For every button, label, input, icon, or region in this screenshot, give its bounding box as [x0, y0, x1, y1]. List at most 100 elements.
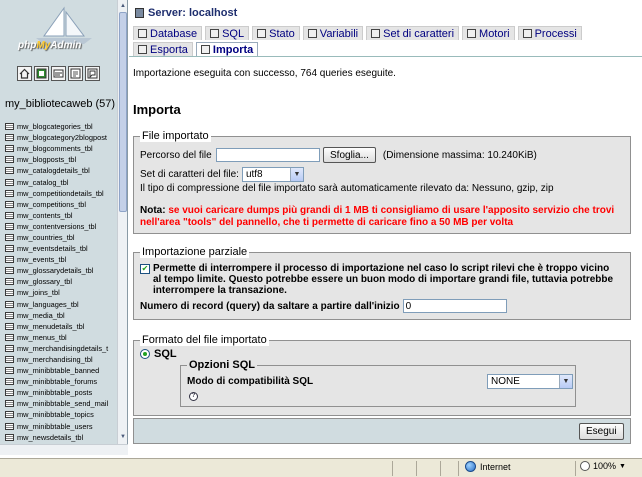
table-list-item[interactable]: mw_minibbtable_topics — [5, 409, 117, 420]
table-name[interactable]: mw_minibbtable_send_mail — [17, 399, 108, 408]
table-icon[interactable] — [5, 322, 14, 330]
tab-motori[interactable]: Motori — [462, 26, 515, 40]
scroll-down-icon[interactable]: ▼ — [119, 432, 127, 442]
table-name[interactable]: mw_eventsdetails_tbl — [17, 244, 88, 253]
table-list-item[interactable]: mw_menus_tbl — [5, 332, 117, 343]
execute-button[interactable]: Esegui — [579, 423, 624, 440]
table-list-item[interactable]: mw_catalogdetails_tbl — [5, 165, 117, 176]
table-icon[interactable] — [5, 211, 14, 219]
table-name[interactable]: mw_joins_tbl — [17, 288, 60, 297]
table-icon[interactable] — [5, 245, 14, 253]
table-icon[interactable] — [5, 123, 14, 131]
tab-variabili[interactable]: Variabili — [302, 26, 364, 40]
table-name[interactable]: mw_menus_tbl — [17, 333, 67, 342]
tab-sql[interactable]: SQL — [205, 26, 250, 40]
table-name[interactable]: mw_glossarydetails_tbl — [17, 266, 93, 275]
table-name[interactable]: mw_languages_tbl — [17, 300, 79, 309]
table-name[interactable]: mw_blogcategory2blogpost — [17, 133, 107, 142]
table-name[interactable]: mw_blogcategories_tbl — [17, 122, 93, 131]
table-name[interactable]: mw_media_tbl — [17, 311, 65, 320]
table-icon[interactable] — [5, 400, 14, 408]
table-icon[interactable] — [5, 333, 14, 341]
table-list-item[interactable]: mw_competitions_tbl — [5, 199, 117, 210]
skip-queries-input[interactable] — [402, 299, 507, 313]
table-icon[interactable] — [5, 411, 14, 419]
table-name[interactable]: mw_minibbtable_users — [17, 422, 93, 431]
table-list-item[interactable]: mw_contents_tbl — [5, 210, 117, 221]
table-list-item[interactable]: mw_competitiondetails_tbl — [5, 188, 117, 199]
table-list-item[interactable]: mw_joins_tbl — [5, 287, 117, 298]
table-icon[interactable] — [5, 233, 14, 241]
help-icon[interactable]: ? — [189, 392, 198, 401]
table-list-item[interactable]: mw_glossarydetails_tbl — [5, 265, 117, 276]
table-name[interactable]: mw_catalog_tbl — [17, 178, 68, 187]
table-icon[interactable] — [5, 178, 14, 186]
table-name[interactable]: mw_competitiondetails_tbl — [17, 189, 104, 198]
table-icon[interactable] — [5, 344, 14, 352]
zoom-control[interactable]: 100% ▼ — [580, 461, 626, 471]
table-icon[interactable] — [5, 145, 14, 153]
table-list-item[interactable]: mw_countries_tbl — [5, 232, 117, 243]
table-list-item[interactable]: mw_languages_tbl — [5, 299, 117, 310]
table-list-item[interactable]: mw_minibbtable_posts — [5, 387, 117, 398]
table-name[interactable]: mw_minibbtable_posts — [17, 388, 92, 397]
phpmyadmin-logo[interactable]: phpMyAdmin — [6, 6, 122, 60]
nav-horizontal-scrollbar[interactable] — [0, 444, 128, 455]
table-list-item[interactable]: mw_minibbtable_send_mail — [5, 398, 117, 409]
compat-mode-select[interactable]: NONE ▼ — [487, 374, 573, 389]
table-name[interactable]: mw_merchandisingdetails_t — [17, 344, 108, 353]
tab-stato[interactable]: Stato — [252, 26, 300, 40]
scroll-up-icon[interactable]: ▲ — [119, 1, 127, 11]
table-name[interactable]: mw_minibbtable_topics — [17, 410, 94, 419]
allow-interrupt-checkbox[interactable]: ✔ — [140, 264, 150, 274]
table-list-item[interactable]: mw_minibbtable_users — [5, 421, 117, 432]
table-icon[interactable] — [5, 300, 14, 308]
tab-importa[interactable]: Importa — [195, 42, 259, 56]
database-title[interactable]: my_bibliotecaweb (57) — [5, 98, 115, 110]
table-icon[interactable] — [5, 311, 14, 319]
table-name[interactable]: mw_events_tbl — [17, 255, 66, 264]
table-name[interactable]: mw_catalogdetails_tbl — [17, 166, 90, 175]
docs-icon[interactable] — [68, 66, 83, 81]
table-name[interactable]: mw_blogposts_tbl — [17, 155, 76, 164]
sql-query-icon[interactable] — [51, 66, 66, 81]
table-name[interactable]: mw_glossary_tbl — [17, 277, 72, 286]
table-icon[interactable] — [5, 222, 14, 230]
table-list-item[interactable]: mw_media_tbl — [5, 310, 117, 321]
table-icon[interactable] — [5, 389, 14, 397]
table-name[interactable]: mw_competitions_tbl — [17, 200, 86, 209]
table-list-item[interactable]: mw_glossary_tbl — [5, 276, 117, 287]
nav-vertical-scrollbar[interactable]: ▲ ▼ — [117, 0, 127, 454]
table-icon[interactable] — [5, 433, 14, 441]
table-icon[interactable] — [5, 156, 14, 164]
table-list-item[interactable]: mw_merchandisingdetails_t — [5, 343, 117, 354]
table-name[interactable]: mw_contentversions_tbl — [17, 222, 96, 231]
scrollbar-thumb[interactable] — [119, 12, 127, 212]
tab-esporta[interactable]: Esporta — [133, 42, 193, 56]
table-icon[interactable] — [5, 189, 14, 197]
file-path-input[interactable] — [216, 148, 320, 162]
table-icon[interactable] — [5, 134, 14, 142]
tab-processi[interactable]: Processi — [517, 26, 582, 40]
browse-button[interactable]: Sfoglia... — [323, 147, 376, 163]
table-icon[interactable] — [5, 289, 14, 297]
table-icon[interactable] — [5, 167, 14, 175]
table-icon[interactable] — [5, 378, 14, 386]
table-icon[interactable] — [5, 367, 14, 375]
table-name[interactable]: mw_countries_tbl — [17, 233, 75, 242]
server-label[interactable]: Server: localhost — [148, 7, 237, 19]
home-icon[interactable] — [17, 66, 32, 81]
table-name[interactable]: mw_contents_tbl — [17, 211, 72, 220]
table-icon[interactable] — [5, 356, 14, 364]
table-list-item[interactable]: mw_blogcategories_tbl — [5, 121, 117, 132]
table-list-item[interactable]: mw_events_tbl — [5, 254, 117, 265]
table-list-item[interactable]: mw_newsdetails_tbl — [5, 432, 117, 443]
table-icon[interactable] — [5, 278, 14, 286]
table-name[interactable]: mw_minibbtable_forums — [17, 377, 97, 386]
table-name[interactable]: mw_blogcomments_tbl — [17, 144, 93, 153]
charset-select[interactable]: utf8 ▼ — [241, 167, 304, 182]
changelog-icon[interactable] — [85, 66, 100, 81]
table-icon[interactable] — [5, 200, 14, 208]
table-name[interactable]: mw_menudetails_tbl — [17, 322, 84, 331]
tab-database[interactable]: Database — [133, 26, 203, 40]
